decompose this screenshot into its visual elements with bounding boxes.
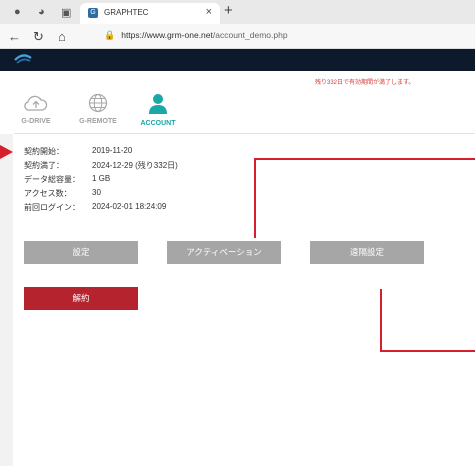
info-row-access-count: アクセス数： 30: [24, 188, 324, 200]
expiry-notice: 残り332日で有効期間が満了します。: [315, 80, 415, 86]
browser-tab[interactable]: G GRAPHTEC ×: [80, 3, 220, 24]
nav-g-remote[interactable]: G-REMOTE: [70, 93, 126, 125]
info-label: 前回ログイン：: [24, 203, 80, 212]
activation-button[interactable]: アクティベーション: [167, 241, 281, 264]
left-gutter: [0, 134, 13, 466]
cloud-upload-icon: [24, 95, 48, 111]
lock-icon: 🔒: [104, 30, 116, 40]
annotation-line: [380, 350, 475, 352]
new-tab-icon[interactable]: +: [224, 2, 233, 19]
globe-icon: [88, 93, 108, 113]
graphtec-logo-icon[interactable]: [14, 53, 32, 65]
back-icon[interactable]: ←: [8, 29, 21, 44]
nav-g-drive-label: G-DRIVE: [21, 118, 51, 125]
refresh-icon[interactable]: ↻: [33, 29, 44, 45]
nav-g-drive[interactable]: G-DRIVE: [13, 93, 59, 125]
annotation-line: [254, 158, 256, 238]
tab-actions-icon[interactable]: ▣: [61, 6, 71, 19]
annotation-arrow-icon: [0, 145, 13, 159]
annotation-line: [380, 289, 382, 352]
info-row-last-login: 前回ログイン： 2024-02-01 18:24:09: [24, 202, 324, 214]
info-value: 2024-02-01 18:24:09: [92, 202, 167, 211]
nav-g-remote-label: G-REMOTE: [79, 118, 117, 125]
info-value: 2019-11-20: [92, 146, 133, 155]
url-domain: https://www.grm-one.net: [121, 30, 213, 40]
close-tab-icon[interactable]: ×: [206, 6, 212, 18]
info-label: データ総容量：: [24, 175, 80, 184]
info-row-contract-start: 契約開始： 2019-11-20: [24, 146, 324, 158]
site-favicon-icon: G: [88, 8, 98, 18]
home-icon[interactable]: ⌂: [58, 29, 66, 44]
url-path: /account_demo.php: [212, 30, 288, 40]
user-icon: [149, 94, 167, 114]
nav-divider: [14, 133, 475, 134]
workspaces-icon[interactable]: ◕: [38, 6, 45, 18]
info-label: 契約開始：: [24, 147, 64, 156]
remote-settings-button[interactable]: 遠隔設定: [310, 241, 424, 264]
profile-icon[interactable]: ●: [14, 6, 21, 18]
cancel-contract-button[interactable]: 解約: [24, 287, 138, 310]
info-label: 契約満了：: [24, 161, 64, 170]
url-field[interactable]: 🔒 https://www.grm-one.net/account_demo.ph…: [104, 27, 444, 44]
annotation-line: [254, 158, 475, 160]
nav-account-label: ACCOUNT: [140, 120, 176, 127]
info-row-data-capacity: データ総容量： 1 GB: [24, 174, 324, 186]
info-row-contract-end: 契約満了： 2024-12-29 (残り332日): [24, 160, 324, 172]
nav-account[interactable]: ACCOUNT: [130, 93, 186, 127]
site-header: [0, 49, 475, 71]
settings-button[interactable]: 設定: [24, 241, 138, 264]
info-value: 1 GB: [92, 174, 111, 183]
tab-title: GRAPHTEC: [104, 8, 149, 17]
info-value: 2024-12-29 (残り332日): [92, 161, 178, 170]
info-value: 30: [92, 188, 101, 197]
info-label: アクセス数：: [24, 189, 72, 198]
